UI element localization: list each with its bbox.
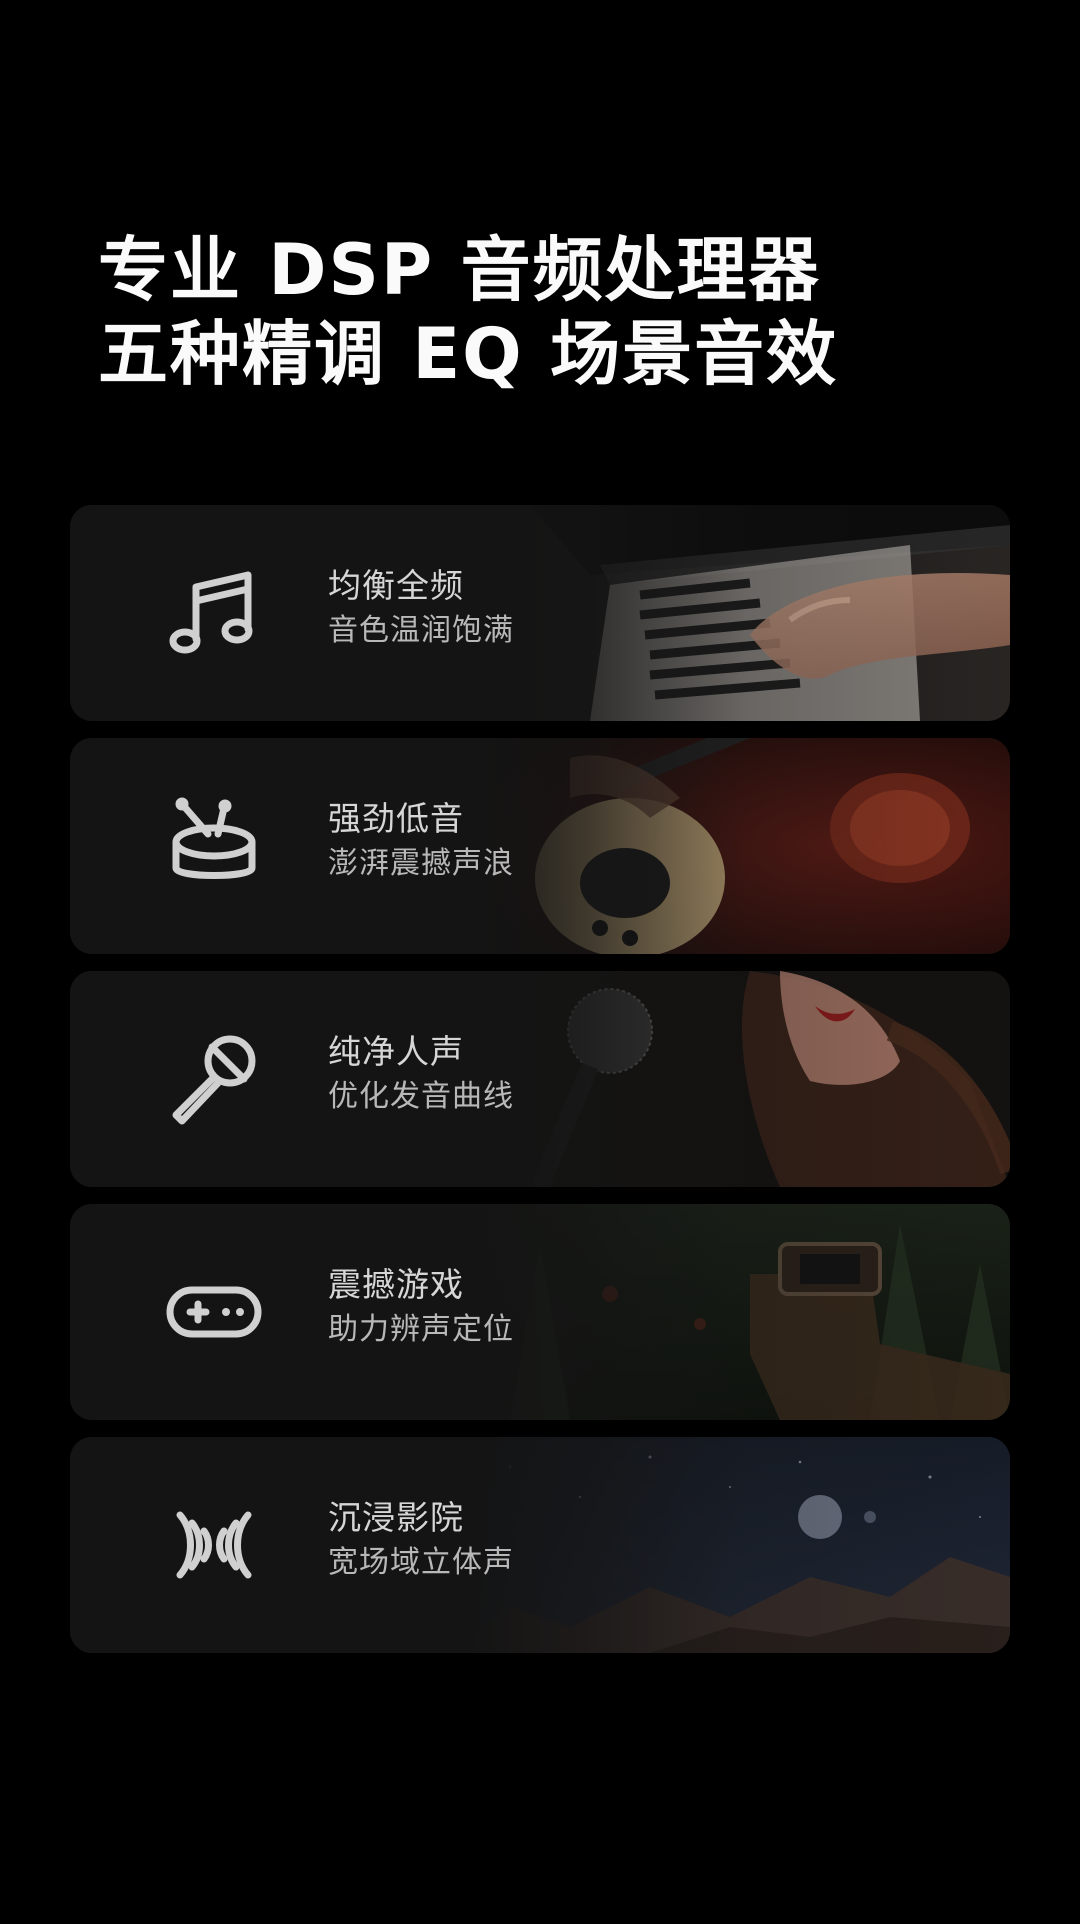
mode-title: 均衡全频 (328, 566, 464, 605)
surround-sound-icon (176, 1511, 252, 1579)
mode-title: 震撼游戏 (328, 1265, 464, 1304)
eq-mode-card-balanced[interactable]: 均衡全频 音色温润饱满 (70, 505, 1010, 721)
mode-title: 沉浸影院 (328, 1498, 464, 1537)
headline-line-1: 专业 DSP 音频处理器 (98, 229, 821, 311)
mode-subtitle: 宽场域立体声 (328, 1545, 514, 1580)
headline-line-2: 五种精调 EQ 场景音效 (98, 313, 839, 395)
music-note-icon (169, 571, 253, 654)
eq-mode-card-cinema[interactable]: 沉浸影院 宽场域立体声 (70, 1437, 1010, 1653)
gamepad-icon (166, 1286, 262, 1338)
eq-mode-card-vocal[interactable]: 纯净人声 优化发音曲线 (70, 971, 1010, 1187)
mode-subtitle: 优化发音曲线 (328, 1079, 514, 1114)
mode-title: 强劲低音 (328, 799, 464, 838)
mode-subtitle: 助力辨声定位 (328, 1312, 514, 1347)
mode-subtitle: 音色温润饱满 (328, 613, 514, 648)
microphone-icon (172, 1035, 256, 1125)
mode-title: 纯净人声 (328, 1032, 464, 1071)
drum-icon (172, 797, 256, 879)
eq-mode-card-bass[interactable]: 强劲低音 澎湃震撼声浪 (70, 738, 1010, 954)
eq-mode-card-game[interactable]: 震撼游戏 助力辨声定位 (70, 1204, 1010, 1420)
eq-mode-list: 均衡全频 音色温润饱满 强劲低音 澎湃震撼声浪 纯净人声 优化发音曲线 震撼游戏… (70, 505, 1010, 1670)
headline: 专业 DSP 音频处理器 五种精调 EQ 场景音效 (98, 228, 998, 396)
mode-subtitle: 澎湃震撼声浪 (328, 846, 514, 881)
